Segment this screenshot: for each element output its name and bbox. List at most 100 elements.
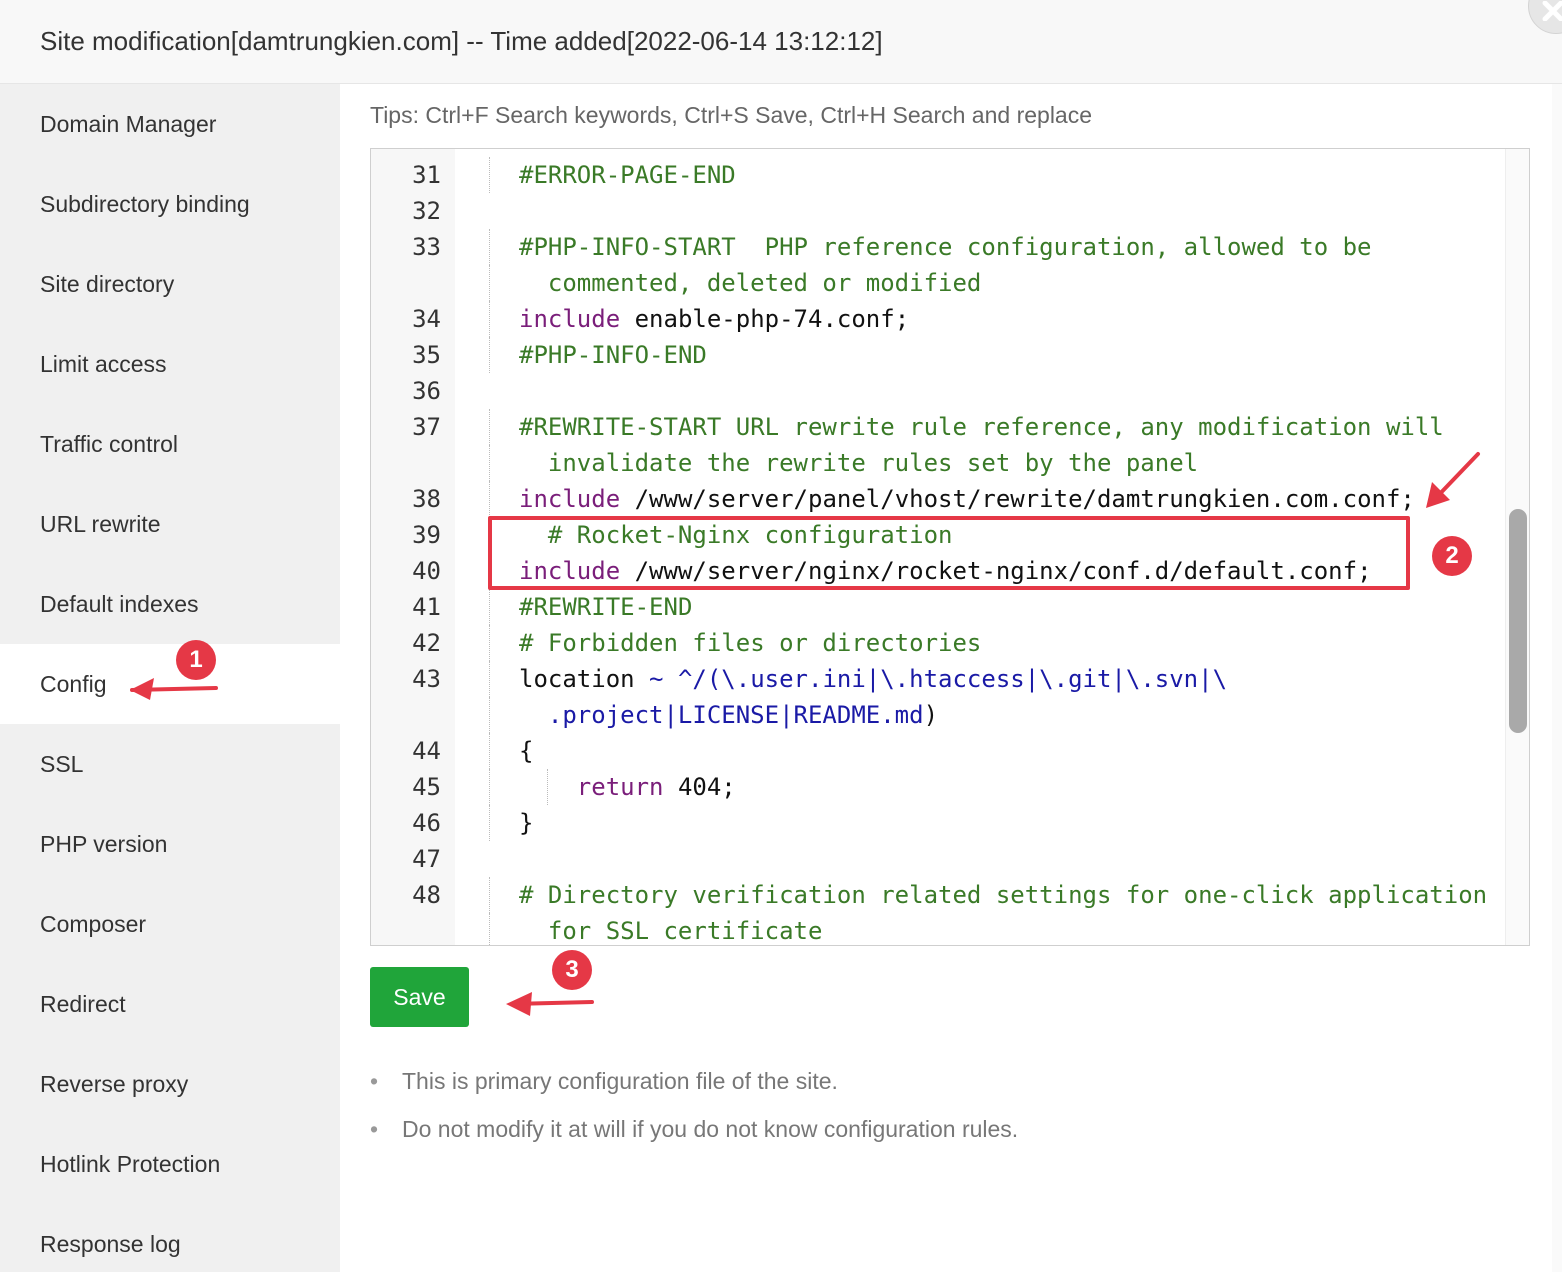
annotation-arrow-1 <box>130 678 218 700</box>
indent-guide <box>489 913 490 945</box>
indent-guide <box>489 877 490 913</box>
code-text: #ERROR-PAGE-END <box>519 157 736 193</box>
code-line[interactable]: 43 location ~ ^/(\.user.ini|\.htaccess|\.… <box>371 661 1529 697</box>
sidebar-item-redirect[interactable]: Redirect <box>0 964 340 1044</box>
indent-guide <box>489 697 490 733</box>
line-number: 32 <box>412 197 441 225</box>
code-line[interactable]: for SSL certificate <box>371 913 1529 945</box>
code-line[interactable]: .project|LICENSE|README.md) <box>371 697 1529 733</box>
line-number: 43 <box>412 665 441 693</box>
sidebar-item-hotlink-protection[interactable]: Hotlink Protection <box>0 1124 340 1204</box>
sidebar-item-response-log[interactable]: Response log <box>0 1204 340 1272</box>
code-token: enable-php-74.conf; <box>620 305 910 333</box>
code-line[interactable]: 47 <box>371 841 1529 877</box>
code-line[interactable]: 31 #ERROR-PAGE-END <box>371 157 1529 193</box>
code-line[interactable]: 46} <box>371 805 1529 841</box>
sidebar-item-php-version[interactable]: PHP version <box>0 804 340 884</box>
sidebar-item-default-indexes[interactable]: Default indexes <box>0 564 340 644</box>
dialog-title: Site modification[damtrungkien.com] -- T… <box>40 26 883 56</box>
annotation-arrow-2 <box>1426 452 1480 508</box>
code-token: # Directory verification related setting… <box>519 881 1488 909</box>
indent-guide <box>489 445 490 481</box>
shortcut-tips: Tips: Ctrl+F Search keywords, Ctrl+S Sav… <box>370 102 1093 128</box>
code-text: include enable-php-74.conf; <box>519 301 909 337</box>
code-line[interactable]: 33 #PHP-INFO-START PHP reference configur… <box>371 229 1529 265</box>
code-line[interactable]: 41 #REWRITE-END <box>371 589 1529 625</box>
sidebar-item-domain-manager[interactable]: Domain Manager <box>0 84 340 164</box>
code-token: include <box>519 485 621 513</box>
code-text: return 404; <box>577 769 736 805</box>
line-number: 48 <box>412 881 441 909</box>
code-token: ~ ^/(\.user.ini|\.htaccess|\.git|\.svn|\ <box>649 665 1228 693</box>
code-token: commented, deleted or modified <box>547 269 982 297</box>
code-line[interactable]: 48 # Directory verification related setti… <box>371 877 1529 913</box>
code-token: { <box>519 737 534 765</box>
close-icon <box>1542 1 1562 21</box>
save-button[interactable]: Save <box>370 967 469 1027</box>
code-token: #REWRITE-START URL rewrite rule referenc… <box>519 413 1444 441</box>
line-number: 40 <box>412 557 441 585</box>
indent-guide <box>489 805 490 841</box>
line-number: 31 <box>412 161 441 189</box>
code-text: #PHP-INFO-START PHP reference configurat… <box>519 229 1372 265</box>
indent-guide <box>489 481 490 517</box>
code-token: #PHP-INFO-END <box>519 341 707 369</box>
code-line[interactable]: 45 return 404; <box>371 769 1529 805</box>
sidebar-item-composer[interactable]: Composer <box>0 884 340 964</box>
code-token: include <box>519 305 621 333</box>
annotation-badge-2: 2 <box>1432 536 1472 576</box>
indent-guide <box>489 733 490 769</box>
code-text: .project|LICENSE|README.md) <box>548 697 938 733</box>
sidebar-item-site-directory[interactable]: Site directory <box>0 244 340 324</box>
line-number: 46 <box>412 809 441 837</box>
editor-scrollbar-thumb[interactable] <box>1509 509 1527 733</box>
code-token: for SSL certificate <box>547 917 823 945</box>
dialog-header: Site modification[damtrungkien.com] -- T… <box>0 0 1562 84</box>
indent-guide <box>489 337 490 373</box>
code-line[interactable]: 34 include enable-php-74.conf; <box>371 301 1529 337</box>
code-token: #REWRITE-END <box>519 593 693 621</box>
indent-guide <box>489 157 490 193</box>
code-text: invalidate the rewrite rules set by the … <box>548 445 1198 481</box>
sidebar-item-limit-access[interactable]: Limit access <box>0 324 340 404</box>
indent-guide <box>489 229 490 265</box>
code-token: .project|LICENSE|README.md <box>547 701 924 729</box>
sidebar-item-subdirectory-binding[interactable]: Subdirectory binding <box>0 164 340 244</box>
line-number: 35 <box>412 341 441 369</box>
code-line[interactable]: commented, deleted or modified <box>371 265 1529 301</box>
bullet-icon: • <box>370 1068 379 1094</box>
sidebar-item-url-rewrite[interactable]: URL rewrite <box>0 484 340 564</box>
indent-guide <box>489 301 490 337</box>
code-text: # Directory verification related setting… <box>519 877 1487 913</box>
code-line[interactable]: 42 # Forbidden files or directories <box>371 625 1529 661</box>
indent-guide <box>489 625 490 661</box>
code-line[interactable]: invalidate the rewrite rules set by the … <box>371 445 1529 481</box>
line-number: 41 <box>412 593 441 621</box>
code-text: for SSL certificate <box>547 913 823 945</box>
sidebar-item-reverse-proxy[interactable]: Reverse proxy <box>0 1044 340 1124</box>
code-line[interactable]: 35 #PHP-INFO-END <box>371 337 1529 373</box>
note-item: • Do not modify it at will if you do not … <box>370 1116 1018 1143</box>
code-token: 404; <box>663 773 736 801</box>
code-line[interactable]: 32 <box>371 193 1529 229</box>
code-token: #PHP-INFO-START PHP reference configurat… <box>519 233 1372 261</box>
code-line[interactable]: 38 include /www/server/panel/vhost/rewrit… <box>371 481 1529 517</box>
line-number: 38 <box>412 485 441 513</box>
code-text: #REWRITE-END <box>519 589 692 625</box>
code-line[interactable]: 36 <box>371 373 1529 409</box>
code-line[interactable]: 44 { <box>371 733 1529 769</box>
indent-guide <box>489 409 490 445</box>
code-token: ) <box>923 701 939 729</box>
code-text: } <box>519 805 533 841</box>
annotation-badge-3: 3 <box>552 950 592 990</box>
code-token: return <box>576 773 664 801</box>
note-item: • This is primary configuration file of t… <box>370 1068 838 1095</box>
code-token: location <box>519 665 650 693</box>
code-text: #REWRITE-START URL rewrite rule referenc… <box>519 409 1444 445</box>
line-number: 45 <box>412 773 441 801</box>
annotation-arrow-3 <box>506 992 594 1016</box>
sidebar-item-ssl[interactable]: SSL <box>0 724 340 804</box>
note-text: This is primary configuration file of th… <box>402 1068 838 1094</box>
sidebar-item-traffic-control[interactable]: Traffic control <box>0 404 340 484</box>
code-line[interactable]: 37 #REWRITE-START URL rewrite rule refere… <box>371 409 1529 445</box>
